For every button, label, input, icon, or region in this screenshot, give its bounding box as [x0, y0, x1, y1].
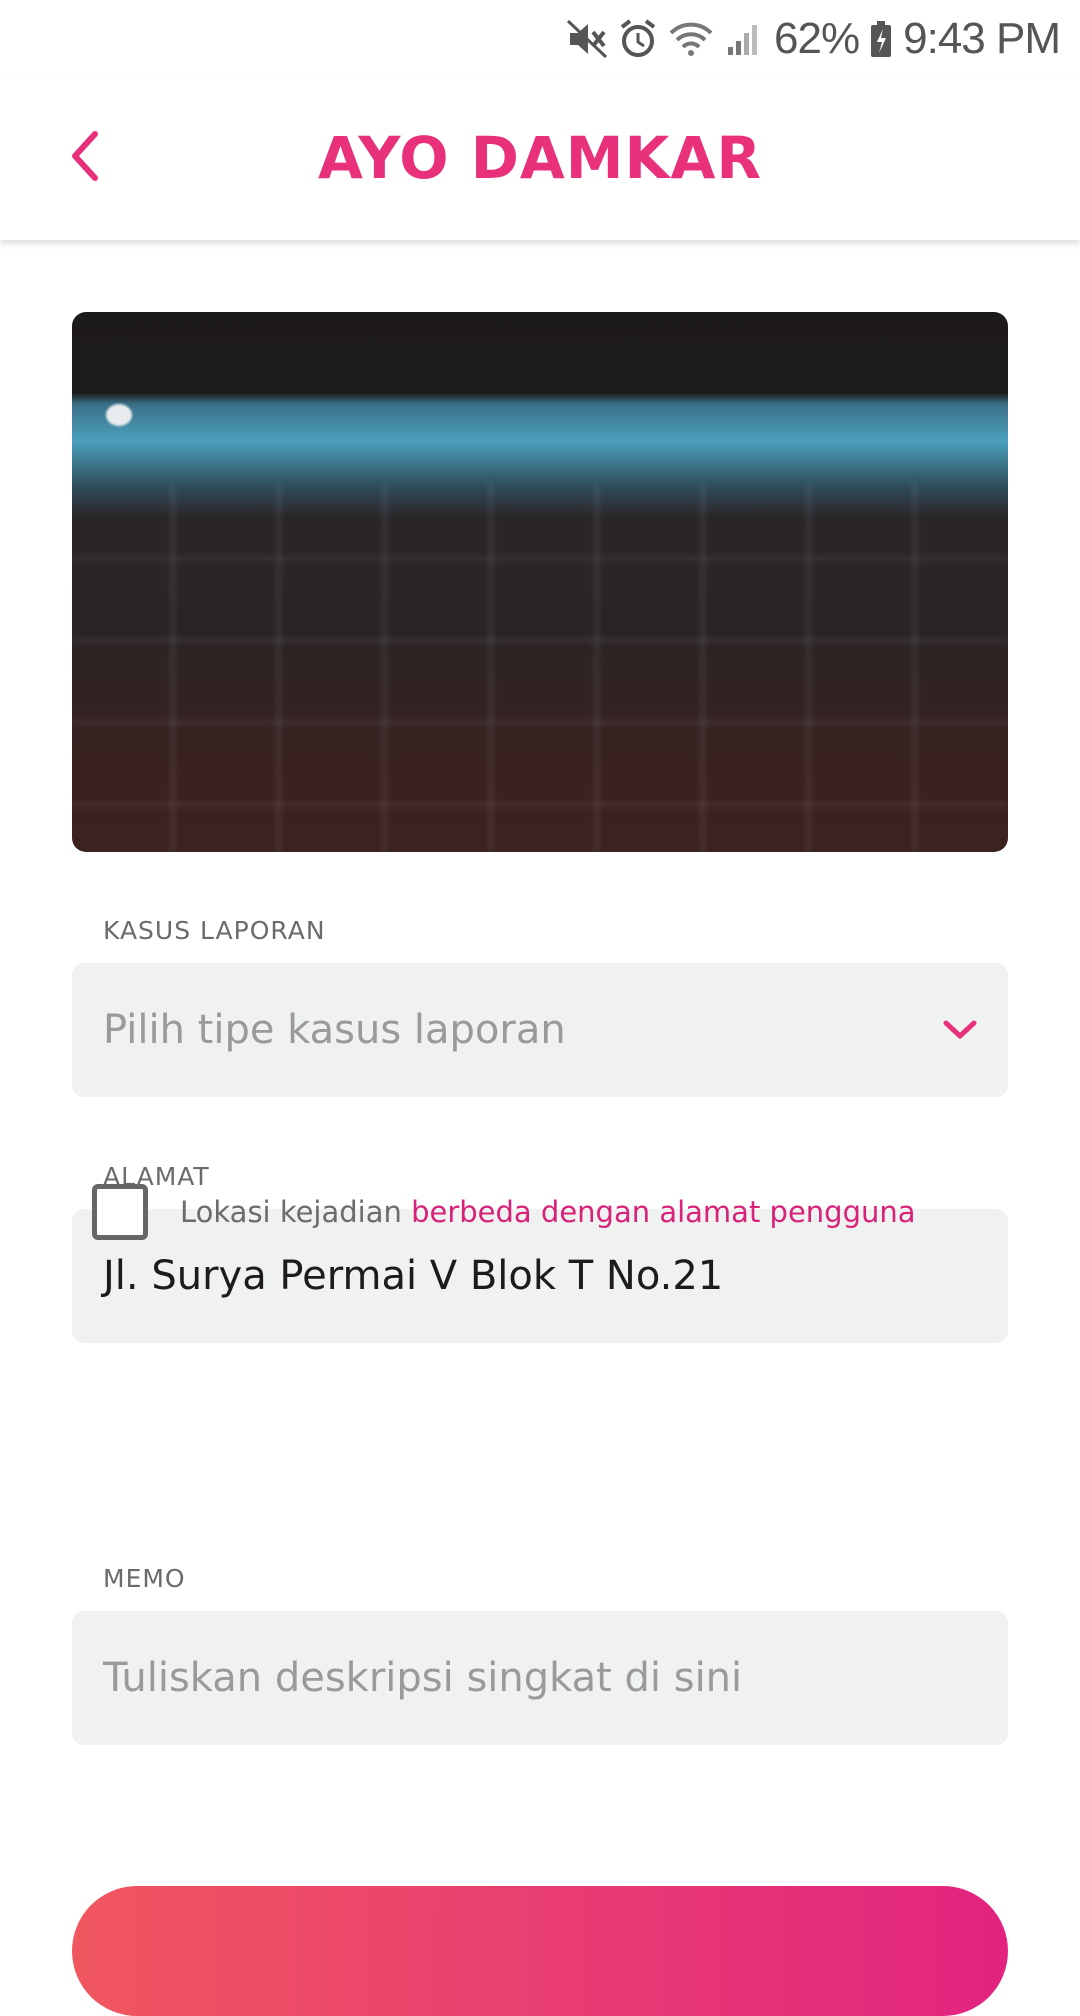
chevron-down-icon	[943, 1020, 977, 1039]
different-location-row: Lokasi kejadian berbeda dengan alamat pe…	[92, 1182, 916, 1242]
different-location-checkbox[interactable]	[92, 1184, 148, 1240]
app-header: AYO DAMKAR	[0, 78, 1080, 240]
status-bar: 62% 9:43 PM	[0, 0, 1080, 78]
submit-button[interactable]	[72, 1886, 1008, 2016]
photo-keyboard-texture	[72, 482, 1008, 852]
battery-percent: 62%	[774, 14, 860, 63]
mute-icon	[566, 15, 608, 63]
different-location-link[interactable]: berbeda dengan alamat pengguna	[411, 1195, 915, 1229]
memo-label: MEMO	[103, 1564, 186, 1593]
memo-placeholder: Tuliskan deskripsi singkat di sini	[103, 1655, 743, 1701]
case-type-select[interactable]: Pilih tipe kasus laporan	[72, 963, 1008, 1097]
clock: 9:43 PM	[903, 14, 1061, 63]
page-title: AYO DAMKAR	[317, 124, 762, 192]
checkbox-text-prefix: Lokasi kejadian	[180, 1195, 412, 1229]
memo-field[interactable]: Tuliskan deskripsi singkat di sini	[72, 1611, 1008, 1745]
different-location-text: Lokasi kejadian berbeda dengan alamat pe…	[180, 1195, 916, 1229]
case-type-placeholder: Pilih tipe kasus laporan	[103, 1007, 566, 1053]
battery-charging-icon	[869, 15, 893, 63]
alarm-icon	[618, 15, 658, 63]
photo-light-spot	[106, 404, 132, 426]
case-label: KASUS LAPORAN	[103, 916, 326, 945]
address-value: Jl. Surya Permai V Blok T No.21	[103, 1253, 724, 1299]
signal-icon	[724, 15, 764, 63]
report-photo[interactable]	[72, 312, 1008, 852]
wifi-icon	[668, 15, 714, 63]
